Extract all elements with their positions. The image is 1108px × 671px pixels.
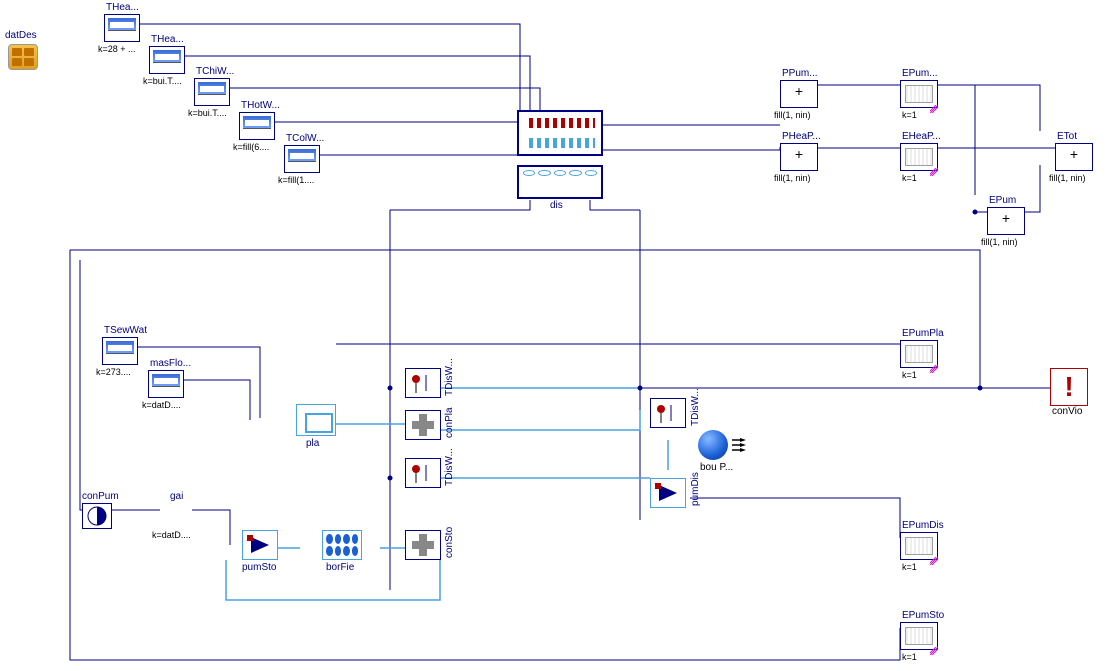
pla-block[interactable] <box>296 404 336 436</box>
pheap-sub: fill(1, nin) <box>774 173 811 183</box>
dis-top-block[interactable] <box>517 110 603 156</box>
tsewwat-label: TSewWat <box>104 325 147 336</box>
ppum-sub: fill(1, nin) <box>774 110 811 120</box>
masflo-block[interactable] <box>148 370 184 398</box>
epumsto-hatch-icon <box>930 646 938 654</box>
pla-label: pla <box>306 438 319 449</box>
gai-block[interactable] <box>163 500 191 528</box>
tdisw1-label: TDisW... <box>444 358 455 396</box>
pump-icon <box>651 479 685 507</box>
conpla-block[interactable] <box>405 410 441 440</box>
bou-label: bou P... <box>700 462 733 473</box>
ppum-label: PPum... <box>782 68 818 79</box>
epumdis-hatch-icon <box>930 556 938 564</box>
bou-block[interactable] <box>698 430 728 460</box>
junction-icon <box>406 531 440 559</box>
dis-bottom-block[interactable] <box>517 165 603 199</box>
sensor-icon <box>406 459 440 487</box>
eheap-sub: k=1 <box>902 173 917 183</box>
tchiw-label: TChiW... <box>196 66 234 77</box>
tsewwat-block[interactable] <box>102 337 138 365</box>
epumtop-hatch-icon <box>930 104 938 112</box>
convio-label: conVio <box>1052 406 1082 417</box>
pumdis-block[interactable] <box>650 478 686 508</box>
eheap-label: EHeaP... <box>902 131 941 142</box>
thea2-block[interactable] <box>149 46 185 74</box>
borfie-block[interactable] <box>322 530 362 560</box>
thea2-sub: k=bui.T.... <box>143 76 182 86</box>
tsewwat-sub: k=273.... <box>96 367 131 377</box>
thea1-sub: k=28 + ... <box>98 44 136 54</box>
thotw-block[interactable] <box>239 112 275 140</box>
epumdis-sub: k=1 <box>902 562 917 572</box>
pumdis-label: pumDis <box>690 472 701 506</box>
epum-block[interactable] <box>987 207 1025 235</box>
eheap-hatch-icon <box>930 167 938 175</box>
sensor-icon <box>651 399 685 427</box>
pheap-block[interactable] <box>780 143 818 171</box>
warning-icon: ! <box>1064 371 1073 403</box>
epumpla-hatch-icon <box>930 364 938 372</box>
dis-label: dis <box>550 200 563 211</box>
tcolw-label: TColW... <box>286 133 324 144</box>
pheap-label: PHeaP... <box>782 131 821 142</box>
tchiw-sub: k=bui.T.... <box>188 108 227 118</box>
epumtop-sub: k=1 <box>902 110 917 120</box>
pumsto-label: pumSto <box>242 562 276 573</box>
masflo-label: masFlo... <box>150 358 191 369</box>
etot-sub: fill(1, nin) <box>1049 173 1086 183</box>
datdes-block[interactable] <box>8 44 38 70</box>
conpum-label: conPum <box>82 491 119 502</box>
conpum-block[interactable] <box>82 503 112 529</box>
etot-block[interactable] <box>1055 143 1093 171</box>
gai-sub: k=datD.... <box>152 530 191 540</box>
epumdis-label: EPumDis <box>902 520 944 531</box>
tcolw-block[interactable] <box>284 145 320 173</box>
thea2-label: THea... <box>151 34 184 45</box>
thea1-label: THea... <box>106 2 139 13</box>
tchiw-block[interactable] <box>194 78 230 106</box>
consto-label: conSto <box>444 527 455 558</box>
epum-label: EPum <box>989 195 1016 206</box>
borfie-label: borFie <box>326 562 354 573</box>
masflo-sub: k=datD.... <box>142 400 181 410</box>
tdisw1-block[interactable] <box>405 368 441 398</box>
junction-icon <box>406 411 440 439</box>
ppum-block[interactable] <box>780 80 818 108</box>
sensor-icon <box>406 369 440 397</box>
boundary-arrows-icon <box>730 436 748 454</box>
pumsto-block[interactable] <box>242 530 278 560</box>
thotw-sub: k=fill(6.... <box>233 142 269 152</box>
epumsto-label: EPumSto <box>902 610 944 621</box>
consto-block[interactable] <box>405 530 441 560</box>
tdisw3-block[interactable] <box>650 398 686 428</box>
epumpla-label: EPumPla <box>902 328 944 339</box>
tcolw-sub: k=fill(1.... <box>278 175 314 185</box>
convio-block[interactable]: ! <box>1050 368 1088 406</box>
tdisw3-label: TDisW... <box>690 388 701 426</box>
etot-label: ETot <box>1057 131 1077 142</box>
tdisw2-block[interactable] <box>405 458 441 488</box>
thea1-block[interactable] <box>104 14 140 42</box>
conpla-label: conPla <box>444 407 455 438</box>
datdes-label: datDes <box>5 30 37 41</box>
pump-icon <box>243 531 277 559</box>
half-circle-icon <box>83 504 111 528</box>
epumpla-sub: k=1 <box>902 370 917 380</box>
thotw-label: THotW... <box>241 100 280 111</box>
epum-sub: fill(1, nin) <box>981 237 1018 247</box>
tdisw2-label: TDisW... <box>444 448 455 486</box>
epumtop-label: EPum... <box>902 68 938 79</box>
epumsto-sub: k=1 <box>902 652 917 662</box>
